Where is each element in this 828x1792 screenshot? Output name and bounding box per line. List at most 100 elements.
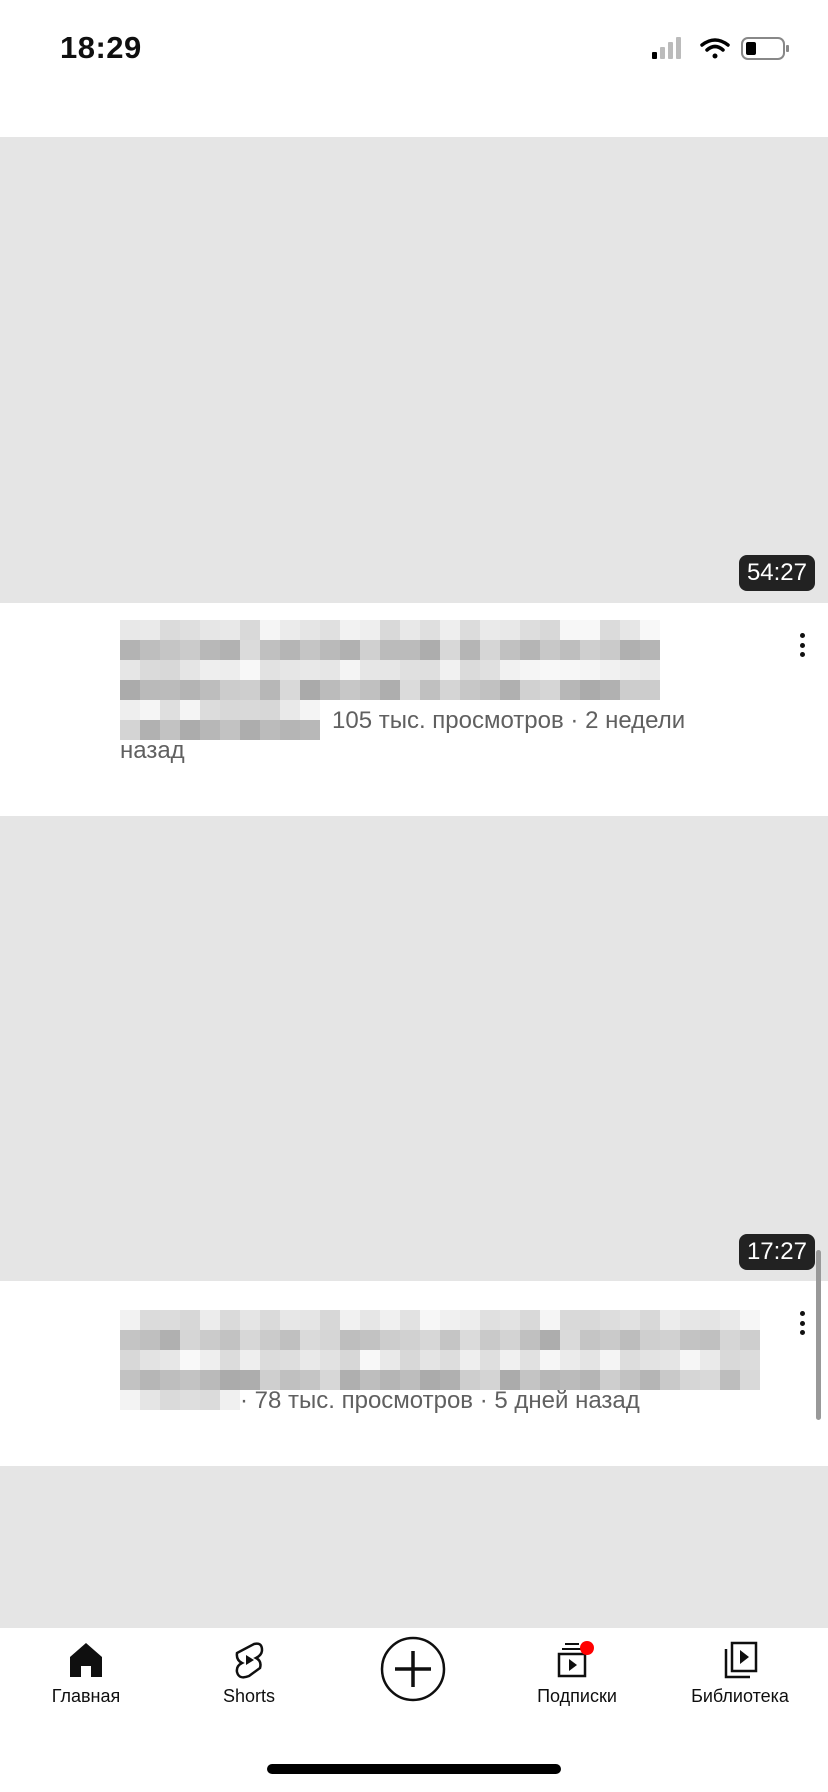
redaction-pixel	[400, 640, 420, 660]
redaction-pixel	[220, 1310, 240, 1330]
redaction-pixel	[180, 1310, 200, 1330]
redaction-pixel	[680, 1330, 700, 1350]
library-icon	[724, 1641, 758, 1679]
redaction-pixel	[140, 680, 160, 700]
redaction-pixel	[200, 1310, 220, 1330]
redaction-pixel	[640, 660, 660, 680]
more-options-icon[interactable]	[792, 630, 812, 660]
redaction-pixel	[240, 680, 260, 700]
redaction-pixel	[140, 620, 160, 640]
redaction-pixel	[560, 1330, 580, 1350]
redaction-pixel	[220, 1330, 240, 1350]
channel-name-redacted[interactable]	[120, 700, 320, 740]
redaction-pixel	[440, 680, 460, 700]
video-thumbnail[interactable]	[0, 1466, 828, 1628]
redaction-pixel	[280, 620, 300, 640]
redaction-pixel	[660, 1310, 680, 1330]
redaction-pixel	[500, 1350, 520, 1370]
redaction-pixel	[120, 640, 140, 660]
redaction-pixel	[520, 680, 540, 700]
redaction-pixel	[140, 1310, 160, 1330]
redaction-pixel	[280, 660, 300, 680]
status-time: 18:29	[60, 30, 142, 65]
redaction-pixel	[620, 640, 640, 660]
redaction-pixel	[540, 1310, 560, 1330]
nav-label: Библиотека	[691, 1686, 789, 1706]
redaction-pixel	[480, 1310, 500, 1330]
redaction-pixel	[460, 620, 480, 640]
home-indicator	[267, 1764, 561, 1774]
redaction-pixel	[640, 1370, 660, 1390]
nav-shorts[interactable]: Shorts	[174, 1640, 324, 1707]
nav-create[interactable]	[338, 1636, 488, 1702]
redaction-pixel	[720, 1310, 740, 1330]
video-thumbnail[interactable]	[0, 816, 828, 1281]
redaction-pixel	[300, 640, 320, 660]
nav-library[interactable]: Библиотека	[665, 1640, 815, 1707]
redaction-pixel	[500, 1330, 520, 1350]
redaction-pixel	[600, 680, 620, 700]
redaction-pixel	[240, 1350, 260, 1370]
redaction-pixel	[740, 1350, 760, 1370]
redaction-pixel	[120, 1390, 140, 1410]
scrollbar[interactable]	[816, 1250, 821, 1420]
redaction-pixel	[600, 1350, 620, 1370]
redaction-pixel	[300, 680, 320, 700]
channel-name-redacted[interactable]	[120, 1390, 240, 1410]
redaction-pixel	[380, 660, 400, 680]
nav-home[interactable]: Главная	[11, 1640, 161, 1707]
nav-subscriptions[interactable]: Подписки	[502, 1640, 652, 1707]
redaction-pixel	[460, 660, 480, 680]
redaction-pixel	[180, 1330, 200, 1350]
redaction-pixel	[200, 1370, 220, 1390]
more-options-icon[interactable]	[792, 1308, 812, 1338]
redaction-pixel	[520, 1330, 540, 1350]
redaction-pixel	[120, 680, 140, 700]
signal-icon	[652, 37, 681, 59]
redaction-pixel	[640, 620, 660, 640]
redaction-pixel	[220, 720, 240, 740]
duration-badge: 17:27	[738, 1234, 815, 1270]
redaction-pixel	[480, 660, 500, 680]
redaction-pixel	[660, 1350, 680, 1370]
redaction-pixel	[180, 660, 200, 680]
redaction-pixel	[480, 1350, 500, 1370]
video-thumbnail[interactable]	[0, 137, 828, 603]
redaction-pixel	[580, 1330, 600, 1350]
video-title-redacted[interactable]	[120, 620, 660, 700]
redaction-pixel	[700, 1310, 720, 1330]
redaction-pixel	[300, 620, 320, 640]
redaction-pixel	[400, 620, 420, 640]
redaction-pixel	[620, 620, 640, 640]
battery-icon	[741, 37, 789, 60]
redaction-pixel	[220, 700, 240, 720]
redaction-pixel	[220, 1350, 240, 1370]
video-title-redacted[interactable]	[120, 1310, 760, 1390]
home-icon	[70, 1643, 102, 1677]
redaction-pixel	[200, 700, 220, 720]
redaction-pixel	[140, 660, 160, 680]
redaction-pixel	[620, 1350, 640, 1370]
redaction-pixel	[140, 700, 160, 720]
redaction-pixel	[520, 660, 540, 680]
redaction-pixel	[360, 1350, 380, 1370]
redaction-pixel	[260, 680, 280, 700]
redaction-pixel	[180, 640, 200, 660]
redaction-pixel	[620, 1330, 640, 1350]
redaction-pixel	[260, 1310, 280, 1330]
redaction-pixel	[160, 620, 180, 640]
redaction-pixel	[420, 640, 440, 660]
video-meta: 105 тыс. просмотров · 2 недели	[332, 707, 686, 734]
redaction-pixel	[660, 1370, 680, 1390]
redaction-pixel	[300, 660, 320, 680]
redaction-pixel	[480, 640, 500, 660]
redaction-pixel	[480, 680, 500, 700]
redaction-pixel	[140, 1330, 160, 1350]
redaction-pixel	[600, 640, 620, 660]
redaction-pixel	[320, 680, 340, 700]
redaction-pixel	[460, 1330, 480, 1350]
redaction-pixel	[280, 1350, 300, 1370]
redaction-pixel	[620, 1310, 640, 1330]
redaction-pixel	[560, 1310, 580, 1330]
redaction-pixel	[240, 640, 260, 660]
